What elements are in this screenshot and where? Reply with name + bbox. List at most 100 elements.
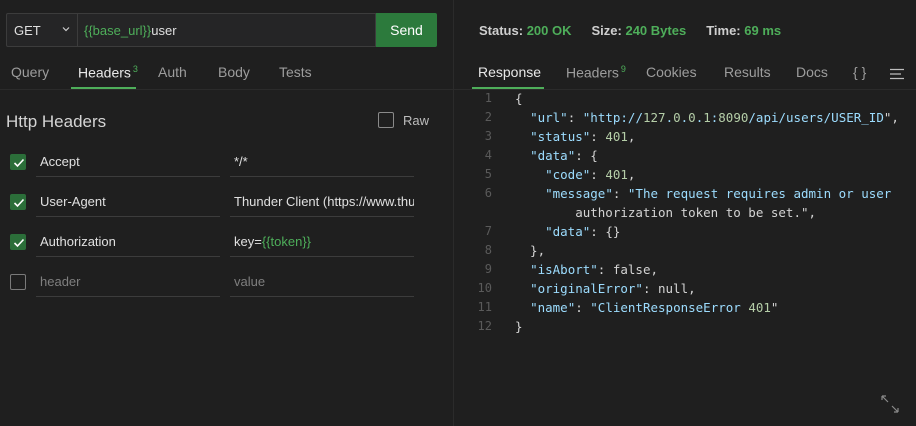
check-icon <box>13 158 25 168</box>
header-value-input[interactable]: key={{token}} <box>230 231 414 257</box>
code-line: 10 "originalError": null, <box>454 281 916 300</box>
method-select[interactable]: GET <box>6 13 77 47</box>
header-value-input[interactable]: */* <box>230 151 414 177</box>
line-number: 2 <box>484 110 492 124</box>
code-text: "isAbort": false, <box>530 262 659 277</box>
request-panel: GET {{base_url}} user Send Query Headers 3… <box>0 0 453 426</box>
header-row-empty: header value <box>8 271 414 299</box>
line-number: 8 <box>484 243 492 257</box>
code-line: 6 "message": "The request requires admin… <box>454 186 916 205</box>
tab-body[interactable]: Body <box>218 64 250 80</box>
tab-query[interactable]: Query <box>11 64 49 80</box>
tab-cookies[interactable]: Cookies <box>646 64 697 80</box>
code-text: "data": {} <box>545 224 621 239</box>
menu-icon[interactable] <box>890 68 904 80</box>
line-number: 5 <box>484 167 492 181</box>
code-line: 12} <box>454 319 916 338</box>
method-value: GET <box>14 22 41 38</box>
code-text: authorization token to be set.", <box>515 205 817 220</box>
header-value-input[interactable]: value <box>230 271 414 297</box>
tab-headers[interactable]: Headers 3 <box>78 64 138 81</box>
check-icon <box>13 198 25 208</box>
tab-results[interactable]: Results <box>724 64 771 80</box>
size-item: Size: 240 Bytes <box>592 23 687 38</box>
tab-response-headers[interactable]: Headers 9 <box>566 64 626 81</box>
line-number: 3 <box>484 129 492 143</box>
code-line: 5 "code": 401, <box>454 167 916 186</box>
size-label: Size: <box>591 23 622 38</box>
url-path: user <box>151 22 177 38</box>
request-tabs: Query Headers 3 Auth Body Tests <box>0 58 453 90</box>
status-value: 200 OK <box>526 23 572 38</box>
header-row: Authorization key={{token}} <box>8 231 414 259</box>
code-text: "originalError": null, <box>530 281 696 296</box>
code-line: 3 "status": 401, <box>454 129 916 148</box>
line-number: 6 <box>484 186 492 200</box>
raw-label: Raw <box>403 112 430 128</box>
active-tab-indicator <box>71 87 136 89</box>
tab-json-format[interactable]: { } <box>853 64 866 80</box>
line-number: 10 <box>477 281 492 295</box>
raw-toggle[interactable]: Raw <box>378 112 429 128</box>
header-key-input[interactable]: Authorization <box>36 231 220 257</box>
time-label: Time: <box>706 23 741 38</box>
section-title: Http Headers <box>6 112 107 131</box>
tab-response-headers-count: 9 <box>620 64 626 74</box>
header-value-input[interactable]: Thunder Client (https://www.thu <box>230 191 414 217</box>
chevron-down-icon <box>62 27 70 32</box>
code-text: "url": "http://127.0.0.1:8090/api/users/… <box>530 110 899 125</box>
code-line: 8 }, <box>454 243 916 262</box>
time-item: Time: 69 ms <box>706 23 781 38</box>
code-text: "message": "The request requires admin o… <box>545 186 892 201</box>
header-value-prefix: key= <box>234 234 262 249</box>
line-number: 4 <box>484 148 492 162</box>
code-text: "data": { <box>530 148 598 163</box>
time-value: 69 ms <box>744 23 782 38</box>
header-checkbox[interactable] <box>10 234 26 250</box>
code-line: 4 "data": { <box>454 148 916 167</box>
header-row: User-Agent Thunder Client (https://www.t… <box>8 191 414 219</box>
response-status-bar: Status: 200 OK Size: 240 Bytes Time: 69 … <box>479 23 801 38</box>
tab-response[interactable]: Response <box>478 64 541 80</box>
line-number: 12 <box>477 319 492 333</box>
line-number: 7 <box>484 224 492 238</box>
header-checkbox[interactable] <box>10 274 26 290</box>
tab-headers-label: Headers <box>78 64 131 81</box>
header-checkbox[interactable] <box>10 154 26 170</box>
code-text: { <box>515 91 523 106</box>
response-tabs: Response Headers 9 Cookies Results Docs {… <box>454 58 916 90</box>
size-value: 240 Bytes <box>625 23 687 38</box>
header-checkbox[interactable] <box>10 194 26 210</box>
header-key-input[interactable]: User-Agent <box>36 191 220 217</box>
response-panel: Status: 200 OK Size: 240 Bytes Time: 69 … <box>454 0 916 426</box>
tab-auth[interactable]: Auth <box>158 64 187 80</box>
tab-docs[interactable]: Docs <box>796 64 828 80</box>
header-key-input[interactable]: header <box>36 271 220 297</box>
code-text: "code": 401, <box>545 167 636 182</box>
code-line: 7 "data": {} <box>454 224 916 243</box>
line-number: 1 <box>484 91 492 105</box>
url-input[interactable]: {{base_url}} user <box>77 13 376 47</box>
code-line: 11 "name": "ClientResponseError 401" <box>454 300 916 319</box>
line-number: 9 <box>484 262 492 276</box>
code-line: 2 "url": "http://127.0.0.1:8090/api/user… <box>454 110 916 129</box>
code-text: "status": 401, <box>530 129 636 144</box>
tab-tests[interactable]: Tests <box>279 64 312 80</box>
raw-checkbox[interactable] <box>378 112 394 128</box>
header-row: Accept */* <box>8 151 414 179</box>
url-variable: {{base_url}} <box>84 22 152 38</box>
header-key-input[interactable]: Accept <box>36 151 220 177</box>
status-item: Status: 200 OK <box>479 23 572 38</box>
tab-headers-count: 3 <box>132 64 138 74</box>
header-value-variable: {{token}} <box>261 234 311 249</box>
url-bar: GET {{base_url}} user Send <box>6 13 437 47</box>
code-line: 1{ <box>454 91 916 110</box>
send-button[interactable]: Send <box>376 13 437 47</box>
status-label: Status: <box>479 23 524 38</box>
code-text: }, <box>515 243 546 258</box>
expand-icon[interactable] <box>880 394 900 414</box>
line-number: 11 <box>477 300 492 314</box>
tab-response-headers-label: Headers <box>566 64 619 81</box>
check-icon <box>13 238 25 248</box>
code-line: 9 "isAbort": false, <box>454 262 916 281</box>
